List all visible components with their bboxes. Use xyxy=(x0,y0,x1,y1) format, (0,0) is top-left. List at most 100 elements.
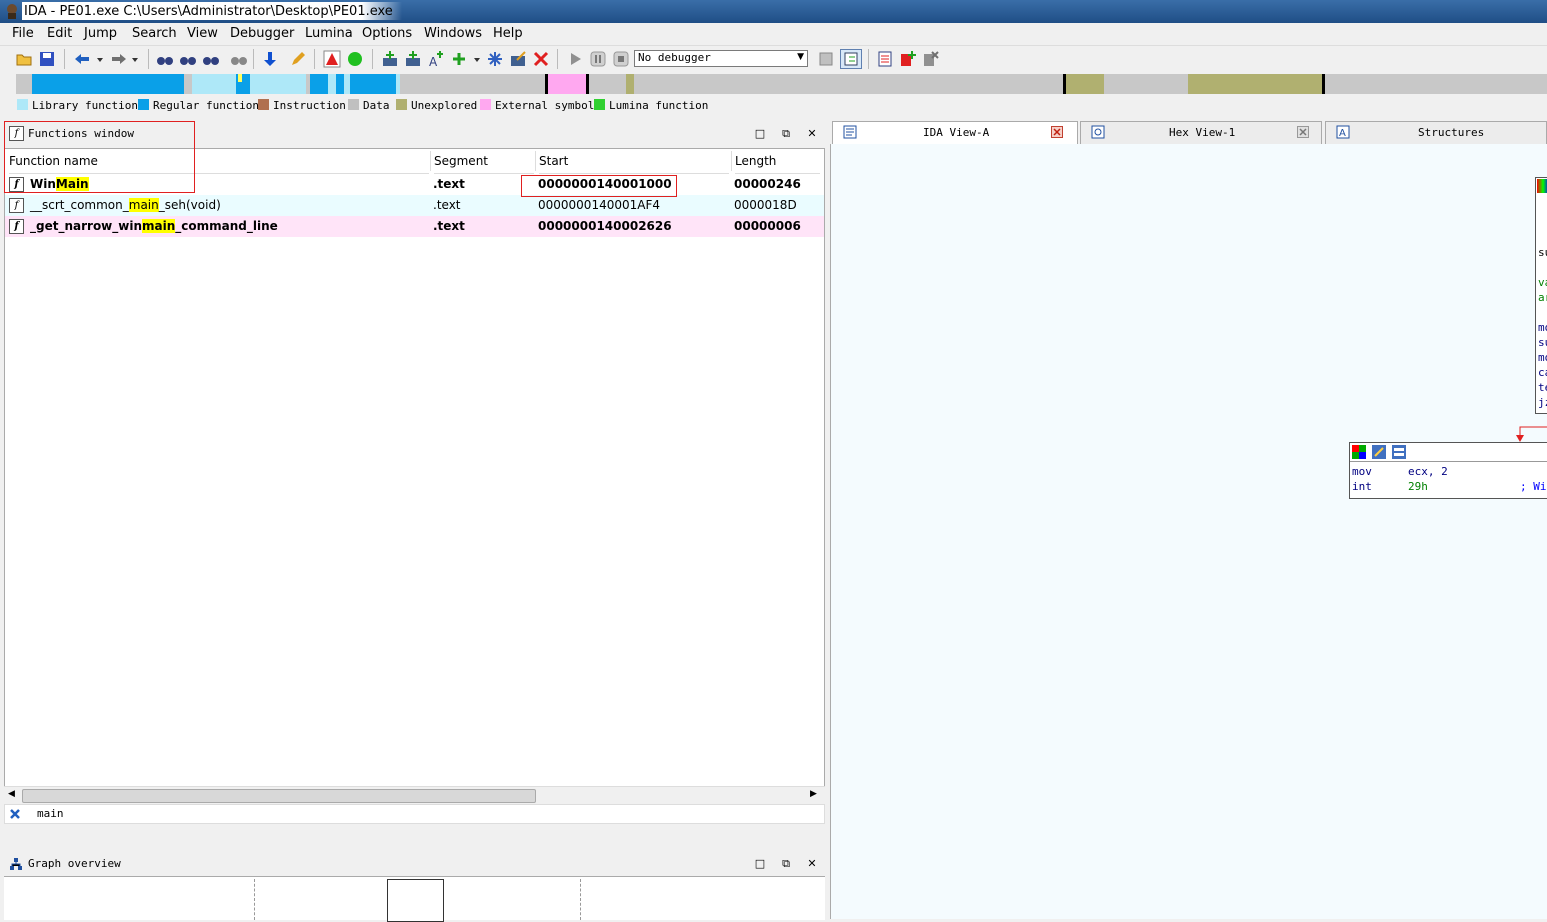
filter-bar[interactable]: main xyxy=(4,804,825,824)
menu-bar: File Edit Jump Search View Debugger Lumi… xyxy=(0,23,1547,46)
ida-app-icon xyxy=(7,4,17,19)
close-icon[interactable]: ✕ xyxy=(806,128,818,140)
float-window-icon[interactable]: ⧉ xyxy=(780,858,792,870)
scroll-thumb[interactable] xyxy=(22,789,536,803)
column-length[interactable]: Length xyxy=(735,149,820,174)
green-circle-icon[interactable] xyxy=(346,50,364,68)
add-string-icon[interactable]: A xyxy=(427,50,445,68)
graph-overview[interactable] xyxy=(4,876,825,922)
column-start[interactable]: Start xyxy=(539,149,729,174)
function-start: 0000000140002626 xyxy=(538,219,672,233)
tab-ida-view-a[interactable]: IDA View-A xyxy=(832,121,1078,144)
add-data-icon[interactable] xyxy=(404,50,422,68)
down-arrow-icon[interactable] xyxy=(261,50,279,68)
menu-jump[interactable]: Jump xyxy=(84,26,117,41)
breakpoint-add-icon[interactable] xyxy=(899,50,917,68)
svg-text:A: A xyxy=(429,55,438,68)
open-folder-icon[interactable] xyxy=(15,50,33,68)
chevron-down-icon[interactable] xyxy=(472,50,482,68)
menu-lumina[interactable]: Lumina xyxy=(305,26,353,41)
stop-icon[interactable] xyxy=(612,50,630,68)
tab-hex-view-1[interactable]: Hex View-1 xyxy=(1080,121,1322,144)
maximize-icon[interactable]: □ xyxy=(754,858,766,870)
maximize-icon[interactable]: □ xyxy=(754,128,766,140)
function-length: 00000246 xyxy=(734,177,801,191)
asm-line: ar xyxy=(1538,291,1547,304)
graph-icon xyxy=(10,858,22,870)
menu-help[interactable]: Help xyxy=(493,26,523,41)
legend-data: Data xyxy=(348,99,390,112)
close-icon[interactable]: ✕ xyxy=(806,858,818,870)
edit-function-icon[interactable] xyxy=(509,50,527,68)
overview-viewport[interactable] xyxy=(387,879,444,922)
back-arrow-icon[interactable] xyxy=(73,50,91,68)
table-row[interactable]: f __scrt_common_main_seh(void) .text 000… xyxy=(5,195,824,216)
close-icon[interactable] xyxy=(1051,126,1063,138)
menu-options[interactable]: Options xyxy=(362,26,412,41)
pause-icon[interactable] xyxy=(589,50,607,68)
menu-view[interactable]: View xyxy=(187,26,218,41)
binoculars-gray-icon[interactable] xyxy=(230,50,248,68)
ida-view-graph[interactable]: su va ar mo su mo ca te jz mov ecx, 2 in… xyxy=(830,144,1547,919)
warning-icon[interactable] xyxy=(323,50,341,68)
menu-debugger[interactable]: Debugger xyxy=(230,26,294,41)
debugger-select[interactable]: No debugger ▼ xyxy=(634,50,808,67)
menu-edit[interactable]: Edit xyxy=(47,26,72,41)
pencil-icon[interactable] xyxy=(289,50,307,68)
horizontal-scrollbar[interactable]: ◀ ▶ xyxy=(4,786,825,804)
tab-structures[interactable]: A Structures xyxy=(1325,121,1547,144)
navigation-band[interactable] xyxy=(16,74,1547,94)
functions-list[interactable]: Function name Segment Start Length f Win… xyxy=(4,148,825,803)
function-start: 0000000140001AF4 xyxy=(538,198,660,212)
rename-node-icon[interactable] xyxy=(1372,445,1386,459)
table-row[interactable]: f _get_narrow_winmain_command_line .text… xyxy=(5,216,824,237)
chevron-down-icon[interactable] xyxy=(95,50,105,68)
asm-line: ca xyxy=(1538,366,1547,379)
tab-label: IDA View-A xyxy=(923,126,990,139)
title-bar: IDA - PE01.exe C:\Users\Administrator\De… xyxy=(0,0,1547,23)
close-icon[interactable] xyxy=(1297,126,1309,138)
tab-label: Hex View-1 xyxy=(1169,126,1236,139)
add-code-icon[interactable] xyxy=(381,50,399,68)
menu-file[interactable]: File xyxy=(12,26,34,41)
add-struct-icon[interactable] xyxy=(450,50,468,68)
function-length: 0000018D xyxy=(734,198,797,212)
graph-node[interactable]: mov ecx, 2 int 29h ; Wi xyxy=(1349,442,1547,499)
delete-x-icon[interactable] xyxy=(532,50,550,68)
float-window-icon[interactable]: ⧉ xyxy=(780,128,792,140)
function-length: 00000006 xyxy=(734,219,801,233)
debugger-select-value: No debugger xyxy=(638,51,711,64)
asm-line: mo xyxy=(1538,351,1547,364)
filter-input[interactable]: main xyxy=(37,807,64,820)
debugger-options-icon[interactable] xyxy=(817,50,835,68)
chevron-down-icon[interactable] xyxy=(130,50,140,68)
node-color-icon[interactable] xyxy=(1352,445,1366,459)
forward-arrow-icon[interactable] xyxy=(110,50,128,68)
menu-search[interactable]: Search xyxy=(132,26,177,41)
scroll-right-icon[interactable]: ▶ xyxy=(810,789,817,799)
disassembly-icon xyxy=(843,125,857,139)
legend-regular-function: Regular function xyxy=(138,99,259,112)
function-segment: .text xyxy=(433,219,465,233)
trace-icon[interactable] xyxy=(876,50,894,68)
attach-process-icon[interactable] xyxy=(840,49,862,69)
legend-external-symbol: External symbol xyxy=(480,99,594,112)
window-title: IDA - PE01.exe C:\Users\Administrator\De… xyxy=(24,4,393,19)
binoculars-icon[interactable] xyxy=(202,50,220,68)
binoculars-icon[interactable] xyxy=(179,50,197,68)
asterisk-icon[interactable] xyxy=(486,50,504,68)
clear-filter-icon[interactable] xyxy=(9,808,21,820)
asm-line: su xyxy=(1538,246,1547,259)
graph-node[interactable]: su va ar mo su mo ca te jz xyxy=(1535,177,1547,414)
group-nodes-icon[interactable] xyxy=(1392,445,1406,459)
column-segment[interactable]: Segment xyxy=(434,149,534,174)
play-icon[interactable] xyxy=(566,50,584,68)
save-icon[interactable] xyxy=(38,50,56,68)
binoculars-icon[interactable] xyxy=(156,50,174,68)
graph-overview-title: Graph overview xyxy=(28,857,121,870)
menu-windows[interactable]: Windows xyxy=(424,26,482,41)
function-segment: .text xyxy=(433,198,461,212)
asm-line: te xyxy=(1538,381,1547,394)
breakpoint-remove-icon[interactable] xyxy=(922,50,940,68)
scroll-left-icon[interactable]: ◀ xyxy=(8,789,15,799)
